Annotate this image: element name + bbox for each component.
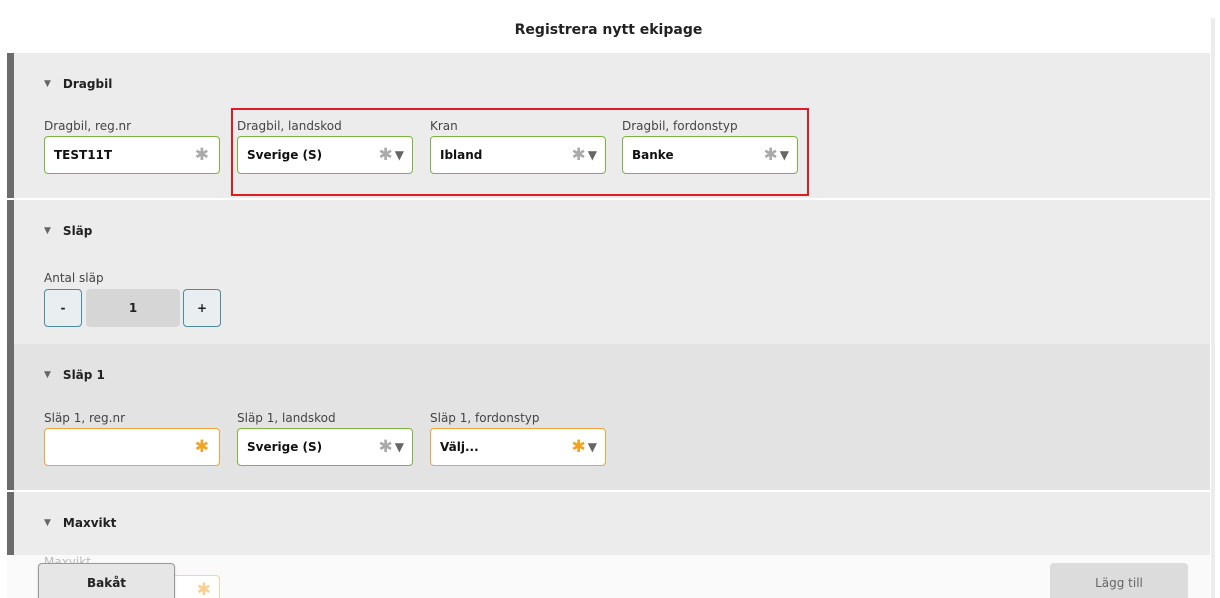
scrollbar-thumb[interactable] bbox=[1211, 18, 1215, 598]
section-slap: ▼ Släp Antal släp - 1 + bbox=[7, 200, 1210, 344]
page-title: Registrera nytt ekipage bbox=[514, 22, 703, 38]
back-button[interactable]: Bakåt bbox=[38, 563, 175, 598]
increment-button[interactable]: + bbox=[183, 289, 221, 327]
collapse-triangle-icon: ▼ bbox=[44, 79, 51, 89]
required-asterisk-icon: ✱ bbox=[194, 145, 209, 165]
collapse-triangle-icon: ▼ bbox=[44, 518, 51, 528]
scrollbar[interactable] bbox=[1210, 0, 1220, 598]
dropdown-arrow-icon: ▼ bbox=[587, 440, 597, 454]
field-label: Dragbil, reg.nr bbox=[44, 119, 132, 133]
field-label: Antal släp bbox=[44, 271, 104, 285]
field-label: Släp 1, reg.nr bbox=[44, 411, 126, 425]
section-slap1: ▼ Släp 1 Släp 1, reg.nr ✱ Släp 1, landsk… bbox=[7, 344, 1210, 490]
section-header-maxvikt[interactable]: ▼ Maxvikt bbox=[44, 516, 116, 530]
section-header-dragbil[interactable]: ▼ Dragbil bbox=[44, 77, 112, 91]
section-title: Släp bbox=[62, 224, 93, 238]
slap1-landskod-field: Släp 1, landskod bbox=[237, 410, 336, 426]
select-value: Sverige (S) bbox=[247, 440, 323, 454]
highlight-box bbox=[231, 108, 809, 196]
required-asterisk-icon: ✱ bbox=[378, 437, 393, 457]
section-stripe bbox=[7, 344, 14, 490]
dragbil-regnr-field: Dragbil, reg.nr bbox=[44, 118, 131, 134]
slap1-regnr-field: Släp 1, reg.nr bbox=[44, 410, 125, 426]
field-label: Släp 1, landskod bbox=[237, 411, 336, 425]
required-asterisk-icon: ✱ bbox=[194, 437, 209, 457]
section-header-slap[interactable]: ▼ Släp bbox=[44, 224, 92, 238]
slap1-landskod-select[interactable]: Sverige (S) ✱ ▼ bbox=[237, 428, 413, 466]
form-page: Registrera nytt ekipage ▼ Dragbil Dragbi… bbox=[7, 7, 1210, 598]
dropdown-arrow-icon: ▼ bbox=[394, 440, 404, 454]
field-label: Släp 1, fordonstyp bbox=[430, 411, 540, 425]
collapse-triangle-icon: ▼ bbox=[44, 226, 51, 236]
slap1-fordonstyp-select[interactable]: Välj... ✱ ▼ bbox=[430, 428, 606, 466]
section-title: Dragbil bbox=[62, 77, 113, 91]
section-title: Släp 1 bbox=[62, 368, 105, 382]
antal-slap-field: Antal släp bbox=[44, 270, 104, 286]
collapse-triangle-icon: ▼ bbox=[44, 370, 51, 380]
antal-slap-value: 1 bbox=[86, 289, 180, 327]
slap1-regnr-input[interactable]: ✱ bbox=[44, 428, 220, 466]
decrement-button[interactable]: - bbox=[44, 289, 82, 327]
required-asterisk-icon: ✱ bbox=[571, 437, 586, 457]
dragbil-regnr-input[interactable]: TEST11T ✱ bbox=[44, 136, 220, 174]
page-header: Registrera nytt ekipage bbox=[7, 7, 1210, 53]
input-value: TEST11T bbox=[54, 148, 113, 162]
section-header-slap1[interactable]: ▼ Släp 1 bbox=[44, 368, 105, 382]
slap1-fordonstyp-field: Släp 1, fordonstyp bbox=[430, 410, 540, 426]
add-button[interactable]: Lägg till bbox=[1050, 563, 1188, 598]
section-stripe bbox=[7, 200, 14, 344]
select-value: Välj... bbox=[440, 440, 479, 454]
section-stripe bbox=[7, 53, 14, 198]
section-title: Maxvikt bbox=[62, 516, 117, 530]
required-asterisk-icon: ✱ bbox=[196, 580, 211, 598]
